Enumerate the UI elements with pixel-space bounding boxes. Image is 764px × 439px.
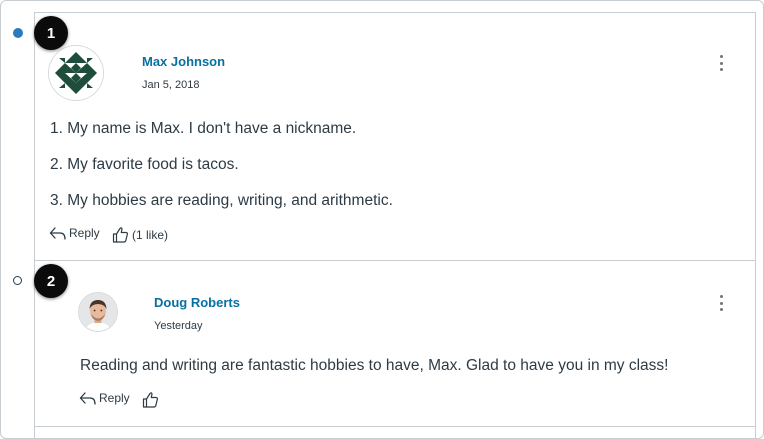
post-paragraph: Reading and writing are fantastic hobbie…: [80, 357, 669, 374]
more-options-icon[interactable]: [719, 55, 723, 71]
reply-arrow-icon: [79, 391, 96, 405]
more-options-icon[interactable]: [719, 295, 723, 311]
read-indicator[interactable]: [13, 276, 22, 285]
author-name[interactable]: Max Johnson: [142, 54, 225, 69]
unread-indicator[interactable]: [13, 28, 23, 38]
reply-button[interactable]: Reply: [79, 391, 130, 405]
reply-label: Reply: [99, 391, 130, 405]
like-button[interactable]: [142, 391, 159, 408]
post-paragraph: 1. My name is Max. I don't have a nickna…: [50, 120, 357, 137]
thumbs-up-icon: [112, 226, 129, 243]
avatar-photo-image: [79, 293, 117, 331]
entry-divider: [35, 260, 755, 261]
like-button[interactable]: (1 like): [112, 226, 168, 243]
like-count: (1 like): [132, 227, 169, 242]
post-date: Jan 5, 2018: [142, 79, 200, 91]
post-paragraph: 3. My hobbies are reading, writing, and …: [50, 192, 393, 209]
entry-divider: [35, 426, 755, 427]
post-paragraph: 2. My favorite food is tacos.: [50, 156, 239, 173]
avatar[interactable]: [79, 293, 117, 331]
reply-arrow-icon: [49, 226, 66, 240]
reply-label: Reply: [69, 226, 100, 240]
post-date: Yesterday: [154, 320, 203, 332]
callout-badge-2: 2: [34, 264, 68, 298]
thumbs-up-icon: [142, 391, 159, 408]
discussion-panel: 1 Max Johnson Jan 5, 2018 1. My name is …: [0, 0, 764, 439]
author-name[interactable]: Doug Roberts: [154, 295, 240, 310]
avatar[interactable]: [49, 46, 103, 100]
callout-badge-1: 1: [34, 16, 68, 50]
avatar-pattern-image: [49, 46, 103, 100]
reply-button[interactable]: Reply: [49, 226, 100, 240]
